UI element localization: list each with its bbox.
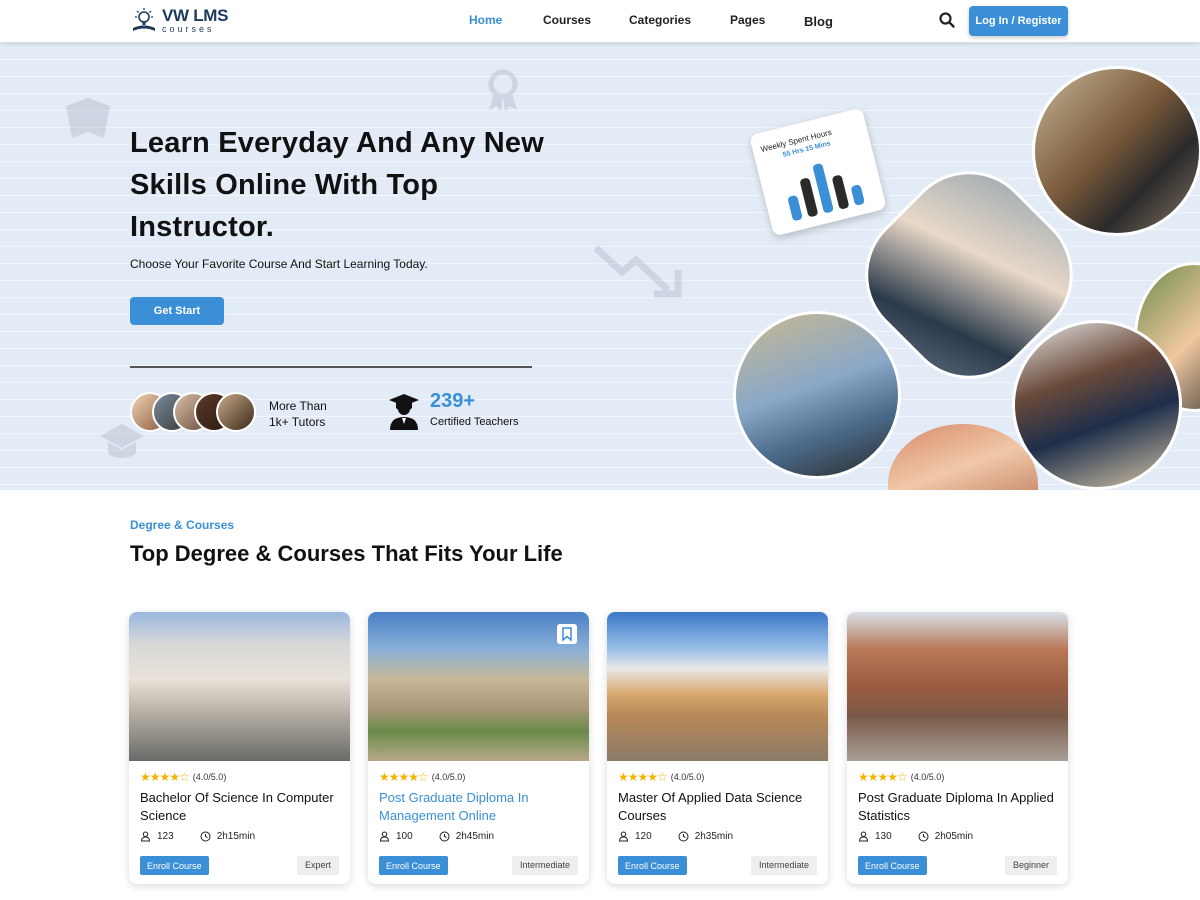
course-title[interactable]: Bachelor Of Science In Computer Science bbox=[140, 789, 345, 825]
course-rating: ★★★★☆ (4.0/5.0) bbox=[618, 770, 704, 784]
tutors-line-2: 1k+ Tutors bbox=[269, 415, 326, 429]
rating-text: (4.0/5.0) bbox=[910, 772, 945, 782]
weekly-hours-bar bbox=[800, 178, 818, 217]
weekly-hours-card: Weekly Spent Hours 55 Hrs 15 Mins bbox=[749, 107, 887, 237]
weekly-hours-bar bbox=[851, 185, 865, 206]
weekly-hours-chart bbox=[788, 163, 865, 221]
nav-courses[interactable]: Courses bbox=[543, 13, 591, 27]
nav-home[interactable]: Home bbox=[469, 13, 502, 27]
hero-photo-student-writing bbox=[888, 424, 1038, 490]
level-badge: Expert bbox=[296, 856, 339, 875]
bookmark-icon[interactable] bbox=[557, 624, 577, 644]
star-rating-icon: ★★★★☆ bbox=[618, 770, 668, 784]
user-icon bbox=[858, 831, 869, 842]
course-title[interactable]: Post Graduate Diploma In Applied Statist… bbox=[858, 789, 1063, 825]
course-rating: ★★★★☆ (4.0/5.0) bbox=[379, 770, 465, 784]
hero-subtitle: Choose Your Favorite Course And Start Le… bbox=[130, 257, 428, 271]
hero-title: Learn Everyday And Any New Skills Online… bbox=[130, 127, 545, 243]
section-title: Top Degree & Courses That Fits Your Life bbox=[130, 541, 563, 566]
weekly-hours-bar bbox=[788, 195, 803, 221]
logo[interactable]: VW LMS courses bbox=[130, 5, 229, 34]
hero-divider bbox=[130, 366, 532, 368]
award-icon bbox=[488, 69, 518, 112]
logo-icon bbox=[133, 8, 155, 31]
course-image bbox=[368, 612, 589, 761]
course-duration: 2h05min bbox=[934, 831, 974, 842]
student-count: 123 bbox=[157, 831, 174, 842]
site-header: VW LMS courses Home Courses Categories P… bbox=[0, 0, 1200, 42]
course-card[interactable]: ★★★★☆ (4.0/5.0) Bachelor Of Science In C… bbox=[129, 612, 350, 884]
hero-photo-students-cafe bbox=[1032, 66, 1200, 236]
enroll-course-button[interactable]: Enroll Course bbox=[379, 856, 448, 875]
level-badge: Beginner bbox=[1004, 856, 1057, 875]
nav-categories[interactable]: Categories bbox=[629, 13, 691, 27]
course-duration: 2h35min bbox=[694, 831, 734, 842]
course-image bbox=[847, 612, 1068, 761]
course-title[interactable]: Post Graduate Diploma In Management Onli… bbox=[379, 789, 584, 825]
level-badge: Intermediate bbox=[750, 856, 817, 875]
course-image bbox=[129, 612, 350, 761]
student-count: 100 bbox=[396, 831, 413, 842]
course-image bbox=[607, 612, 828, 761]
rating-text: (4.0/5.0) bbox=[192, 772, 227, 782]
course-meta: 120 2h35min bbox=[618, 831, 733, 842]
course-card[interactable]: ★★★★☆ (4.0/5.0) Master Of Applied Data S… bbox=[607, 612, 828, 884]
search-icon[interactable] bbox=[938, 11, 956, 29]
nav-blog[interactable]: Blog bbox=[804, 14, 833, 29]
rating-text: (4.0/5.0) bbox=[431, 772, 466, 782]
course-meta: 130 2h05min bbox=[858, 831, 973, 842]
book-icon bbox=[66, 98, 110, 138]
clock-icon bbox=[439, 831, 450, 842]
student-count: 130 bbox=[875, 831, 892, 842]
clock-icon bbox=[918, 831, 929, 842]
hero-section: Learn Everyday And Any New Skills Online… bbox=[0, 42, 1200, 490]
avatar bbox=[216, 392, 256, 432]
star-rating-icon: ★★★★☆ bbox=[858, 770, 908, 784]
enroll-course-button[interactable]: Enroll Course bbox=[858, 856, 927, 875]
trend-down-icon bbox=[593, 245, 682, 298]
user-icon bbox=[379, 831, 390, 842]
login-register-button[interactable]: Log In / Register bbox=[969, 6, 1068, 36]
course-rating: ★★★★☆ (4.0/5.0) bbox=[858, 770, 944, 784]
logo-title: VW LMS bbox=[162, 5, 229, 25]
clock-icon bbox=[678, 831, 689, 842]
teacher-label: Certified Teachers bbox=[430, 416, 519, 428]
logo-subtitle: courses bbox=[162, 23, 215, 34]
enroll-course-button[interactable]: Enroll Course bbox=[140, 856, 209, 875]
get-start-button[interactable]: Get Start bbox=[130, 297, 224, 325]
nav-pages[interactable]: Pages bbox=[730, 13, 765, 27]
course-duration: 2h45min bbox=[455, 831, 495, 842]
rating-text: (4.0/5.0) bbox=[670, 772, 705, 782]
tutors-count: More Than 1k+ Tutors bbox=[269, 398, 327, 430]
course-rating: ★★★★☆ (4.0/5.0) bbox=[140, 770, 226, 784]
user-icon bbox=[618, 831, 629, 842]
weekly-hours-bar bbox=[832, 175, 849, 210]
course-title[interactable]: Master Of Applied Data Science Courses bbox=[618, 789, 823, 825]
star-rating-icon: ★★★★☆ bbox=[379, 770, 429, 784]
teacher-count: 239+ bbox=[430, 390, 476, 412]
course-card[interactable]: ★★★★☆ (4.0/5.0) Post Graduate Diploma In… bbox=[847, 612, 1068, 884]
student-count: 120 bbox=[635, 831, 652, 842]
section-tag: Degree & Courses bbox=[130, 518, 235, 532]
hero-photo-student-books bbox=[733, 311, 901, 479]
clock-icon bbox=[200, 831, 211, 842]
level-badge: Intermediate bbox=[511, 856, 578, 875]
tutors-line-1: More Than bbox=[269, 399, 327, 413]
star-rating-icon: ★★★★☆ bbox=[140, 770, 190, 784]
course-card[interactable]: ★★★★☆ (4.0/5.0) Post Graduate Diploma In… bbox=[368, 612, 589, 884]
user-icon bbox=[140, 831, 151, 842]
course-duration: 2h15min bbox=[216, 831, 256, 842]
course-meta: 100 2h45min bbox=[379, 831, 494, 842]
hero-photo-man-reading bbox=[1012, 320, 1182, 490]
enroll-course-button[interactable]: Enroll Course bbox=[618, 856, 687, 875]
course-meta: 123 2h15min bbox=[140, 831, 255, 842]
teacher-icon bbox=[389, 394, 419, 430]
